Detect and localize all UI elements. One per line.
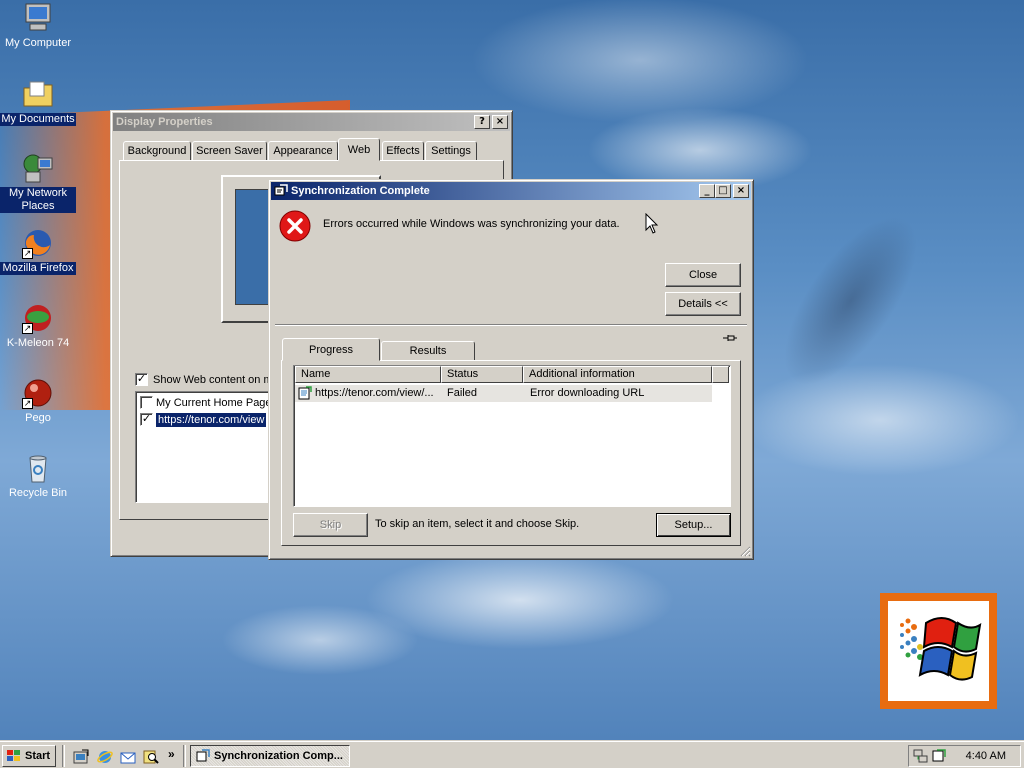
tab-progress[interactable]: Progress (282, 338, 380, 361)
column-header-info[interactable]: Additional information (523, 366, 712, 383)
close-button[interactable]: × (733, 184, 749, 198)
desktop-icon-my-documents[interactable]: My Documents (0, 78, 76, 126)
close-dialog-button[interactable]: Close (665, 263, 741, 287)
show-desktop-icon[interactable] (73, 749, 89, 765)
maximize-button[interactable]: □ (715, 184, 731, 198)
close-button[interactable]: × (492, 115, 508, 129)
system-tray: 4:40 AM (908, 745, 1021, 767)
error-icon (279, 210, 311, 242)
mouse-cursor-icon (645, 212, 659, 235)
sync-icon (274, 184, 288, 198)
search-icon[interactable] (143, 749, 159, 765)
column-header-status[interactable]: Status (441, 366, 523, 383)
tab-effects[interactable]: Effects (382, 141, 424, 161)
details-button[interactable]: Details << (665, 292, 741, 316)
pego-icon: ↗ (22, 377, 54, 409)
desktop-icon-mozilla-firefox[interactable]: ↗ Mozilla Firefox (0, 227, 76, 275)
internet-explorer-icon[interactable] (97, 749, 113, 765)
start-label: Start (25, 750, 51, 762)
row-info: Error downloading URL (530, 387, 645, 399)
tab-screen-saver[interactable]: Screen Saver (192, 141, 267, 161)
help-button[interactable]: ? (474, 115, 490, 129)
sync-dialog-titlebar[interactable]: Synchronization Complete _ □ × (271, 182, 751, 200)
tab-results[interactable]: Results (381, 341, 475, 361)
error-message: Errors occurred while Windows was synchr… (323, 218, 620, 230)
desktop-icon-my-computer[interactable]: My Computer (0, 2, 76, 50)
display-properties-titlebar[interactable]: Display Properties ? × (113, 113, 510, 131)
web-item-checkbox[interactable]: ✓ (140, 413, 153, 426)
show-web-content-checkbox[interactable]: ✓ (135, 373, 148, 386)
resize-grip-icon[interactable] (739, 545, 751, 557)
skip-button[interactable]: Skip (293, 513, 368, 537)
row-status: Failed (447, 387, 477, 399)
web-page-icon (298, 386, 312, 400)
tab-background[interactable]: Background (123, 141, 191, 161)
row-name: https://tenor.com/view/... (315, 387, 434, 399)
window-title: Display Properties (116, 116, 213, 128)
shortcut-arrow-icon: ↗ (22, 323, 33, 334)
web-item-checkbox[interactable] (140, 396, 153, 409)
taskbar-button-label: Synchronization Comp... (214, 750, 343, 762)
desktop-icon-label: Recycle Bin (8, 487, 68, 499)
start-button[interactable]: Start (2, 745, 56, 767)
skip-hint: To skip an item, select it and choose Sk… (375, 518, 580, 530)
tab-appearance[interactable]: Appearance (268, 141, 338, 161)
tab-web[interactable]: Web (338, 138, 380, 161)
computer-icon (22, 2, 54, 34)
pin-icon[interactable] (723, 333, 737, 343)
window-title: Synchronization Complete (291, 185, 430, 197)
divider (275, 324, 747, 326)
quick-launch-chevron[interactable]: » (168, 747, 175, 761)
sync-icon (195, 749, 211, 763)
taskbar-button-sync[interactable]: Synchronization Comp... (190, 745, 350, 767)
sync-complete-dialog[interactable]: Synchronization Complete _ □ × Errors oc… (268, 179, 754, 560)
firefox-icon: ↗ (22, 227, 54, 259)
clock[interactable]: 4:40 AM (966, 750, 1006, 762)
shortcut-arrow-icon: ↗ (22, 248, 33, 259)
web-item-label[interactable]: My Current Home Page (156, 396, 272, 410)
web-item-label-selected[interactable]: https://tenor.com/view (156, 413, 267, 427)
minimize-button[interactable]: _ (699, 184, 715, 198)
show-web-content-label: Show Web content on m (153, 374, 273, 386)
network-tray-icon[interactable] (913, 748, 929, 764)
table-row[interactable]: https://tenor.com/view/... Failed Error … (295, 385, 712, 402)
network-places-icon (22, 152, 54, 184)
tab-settings[interactable]: Settings (425, 141, 477, 161)
shortcut-arrow-icon: ↗ (22, 398, 33, 409)
taskbar-separator (183, 745, 186, 767)
setup-button[interactable]: Setup... (656, 513, 731, 537)
outlook-express-icon[interactable] (120, 749, 136, 765)
desktop-icon-label: My Computer (4, 37, 72, 49)
column-header-name[interactable]: Name (295, 366, 441, 383)
recycle-bin-icon (22, 452, 54, 484)
desktop-icon-recycle-bin[interactable]: Recycle Bin (0, 452, 76, 500)
quick-launch-separator (62, 745, 65, 767)
column-header-filler (712, 366, 729, 383)
folder-documents-icon (22, 78, 54, 110)
taskbar: Start » Synchronization Comp... 4:40 AM (0, 740, 1024, 768)
sync-items-listview[interactable]: Name Status Additional information https… (293, 365, 731, 507)
windows-flag-icon (6, 749, 22, 763)
windows-logo (880, 593, 997, 709)
desktop-icon-k-meleon[interactable]: ↗ K-Meleon 74 (0, 302, 76, 350)
desktop-icon-label: My Documents (0, 113, 76, 126)
sync-tray-icon[interactable] (931, 748, 947, 764)
desktop-icon-pego[interactable]: ↗ Pego (0, 377, 76, 425)
desktop-icon-label: Pego (25, 412, 51, 424)
k-meleon-icon: ↗ (22, 302, 54, 334)
desktop-icon-label: Mozilla Firefox (0, 262, 76, 275)
desktop-icon-my-network-places[interactable]: My Network Places (0, 152, 76, 213)
desktop-icon-label: K-Meleon 74 (6, 337, 70, 349)
desktop-icon-label: My Network Places (0, 187, 76, 213)
